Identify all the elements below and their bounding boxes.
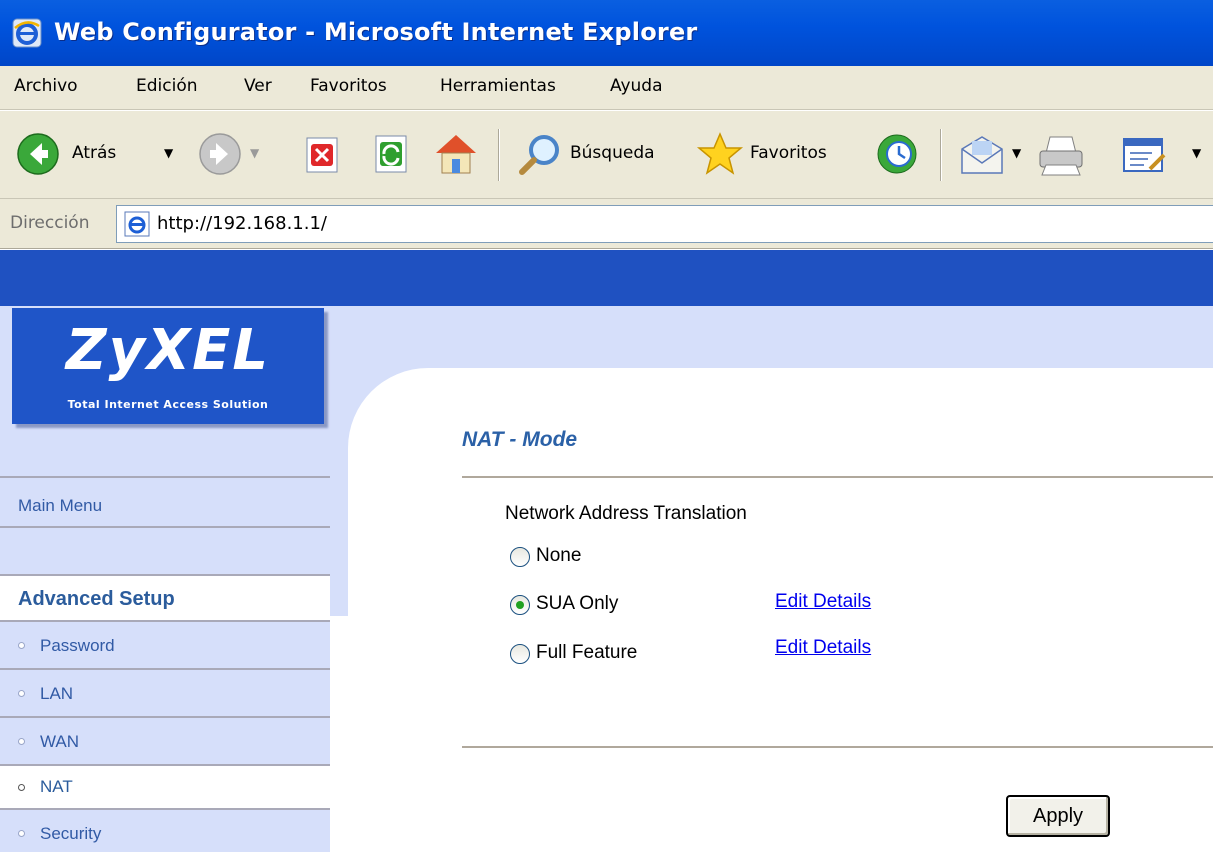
page-ie-icon [124, 211, 150, 237]
search-icon [519, 135, 559, 175]
radio-none[interactable] [510, 547, 530, 567]
sidebar-item-label: WAN [40, 732, 80, 751]
search-button[interactable]: Búsqueda [516, 132, 686, 176]
window-titlebar: Web Configurator - Microsoft Internet Ex… [0, 0, 1213, 66]
logo-brand: ZyXEL [65, 318, 271, 383]
web-page: ZyXEL Total Internet Access Solution Mai… [0, 250, 1213, 852]
home-icon[interactable] [432, 131, 480, 177]
sidebar-item-lan[interactable]: LAN [0, 668, 330, 716]
sidebar-spacer [0, 526, 330, 574]
zyxel-logo: ZyXEL Total Internet Access Solution [12, 308, 324, 424]
history-icon[interactable] [874, 132, 920, 176]
bullet-icon [18, 784, 25, 791]
back-button[interactable]: Atrás [16, 132, 166, 176]
form-divider [462, 746, 1213, 748]
option-label: Full Feature [536, 642, 638, 663]
address-label: Dirección [10, 213, 90, 233]
search-label: Búsqueda [570, 143, 655, 163]
menu-ayuda[interactable]: Ayuda [610, 76, 663, 96]
full-feature-edit-details-link[interactable]: Edit Details [775, 637, 871, 659]
option-label: None [536, 545, 582, 566]
menu-ver[interactable]: Ver [244, 76, 272, 96]
sidebar-item-label: Password [40, 636, 115, 655]
mail-icon[interactable] [958, 135, 1006, 175]
menu-bar: Archivo Edición Ver Favoritos Herramient… [0, 66, 1213, 110]
bullet-icon [18, 738, 25, 745]
star-icon [696, 132, 744, 175]
refresh-icon[interactable] [372, 134, 412, 174]
sua-edit-details-link[interactable]: Edit Details [775, 591, 871, 613]
internet-explorer-icon [12, 18, 42, 48]
forward-arrow-icon[interactable] [198, 132, 242, 176]
print-icon[interactable] [1036, 133, 1086, 177]
title-divider [462, 476, 1213, 478]
bullet-icon [18, 690, 25, 697]
nat-section-label: Network Address Translation [505, 503, 747, 524]
sidebar-advanced-setup: Advanced Setup [0, 574, 330, 620]
page-header-band [0, 250, 1213, 306]
address-bar: Dirección http://192.168.1.1/ [0, 199, 1213, 249]
address-input[interactable]: http://192.168.1.1/ [116, 205, 1213, 243]
back-label: Atrás [72, 143, 117, 163]
option-label: SUA Only [536, 593, 619, 614]
radio-full-feature[interactable] [510, 644, 530, 664]
apply-button[interactable]: Apply [1006, 795, 1110, 837]
sidebar-item-label: LAN [40, 684, 74, 703]
advanced-setup-label: Advanced Setup [18, 588, 175, 610]
sidebar-item-security[interactable]: Security [0, 808, 330, 852]
sidebar-item-label: Security [40, 824, 102, 843]
radio-sua-only[interactable] [510, 595, 530, 615]
sidebar-item-label: NAT [40, 777, 73, 796]
menu-archivo[interactable]: Archivo [14, 76, 78, 96]
favorites-button[interactable]: Favoritos [696, 132, 856, 176]
bullet-icon [18, 642, 25, 649]
toolbar: Atrás ▼ ▼ Búsqueda Favoritos ▼ ▼ [0, 111, 1213, 199]
bullet-icon [18, 830, 25, 837]
back-arrow-icon [17, 133, 59, 175]
back-dropdown-icon[interactable]: ▼ [164, 146, 173, 160]
logo-tagline: Total Internet Access Solution [67, 398, 269, 411]
sidebar-item-nat[interactable]: NAT [0, 764, 330, 808]
menu-edicion[interactable]: Edición [136, 76, 198, 96]
main-menu-label: Main Menu [18, 496, 103, 515]
menu-herramientas[interactable]: Herramientas [440, 76, 556, 96]
sidebar-item-wan[interactable]: WAN [0, 716, 330, 764]
sidebar-item-password[interactable]: Password [0, 620, 330, 668]
edit-dropdown-icon[interactable]: ▼ [1192, 146, 1201, 160]
stop-icon[interactable] [304, 136, 342, 174]
mail-dropdown-icon[interactable]: ▼ [1012, 146, 1021, 160]
favorites-label: Favoritos [750, 143, 827, 163]
sidebar-main-menu[interactable]: Main Menu [0, 476, 330, 526]
forward-dropdown-icon[interactable]: ▼ [250, 146, 259, 160]
menu-favoritos[interactable]: Favoritos [310, 76, 387, 96]
address-url: http://192.168.1.1/ [157, 213, 327, 234]
page-title: NAT - Mode [462, 428, 578, 451]
window-title: Web Configurator - Microsoft Internet Ex… [54, 18, 698, 46]
edit-page-icon[interactable] [1122, 135, 1168, 175]
